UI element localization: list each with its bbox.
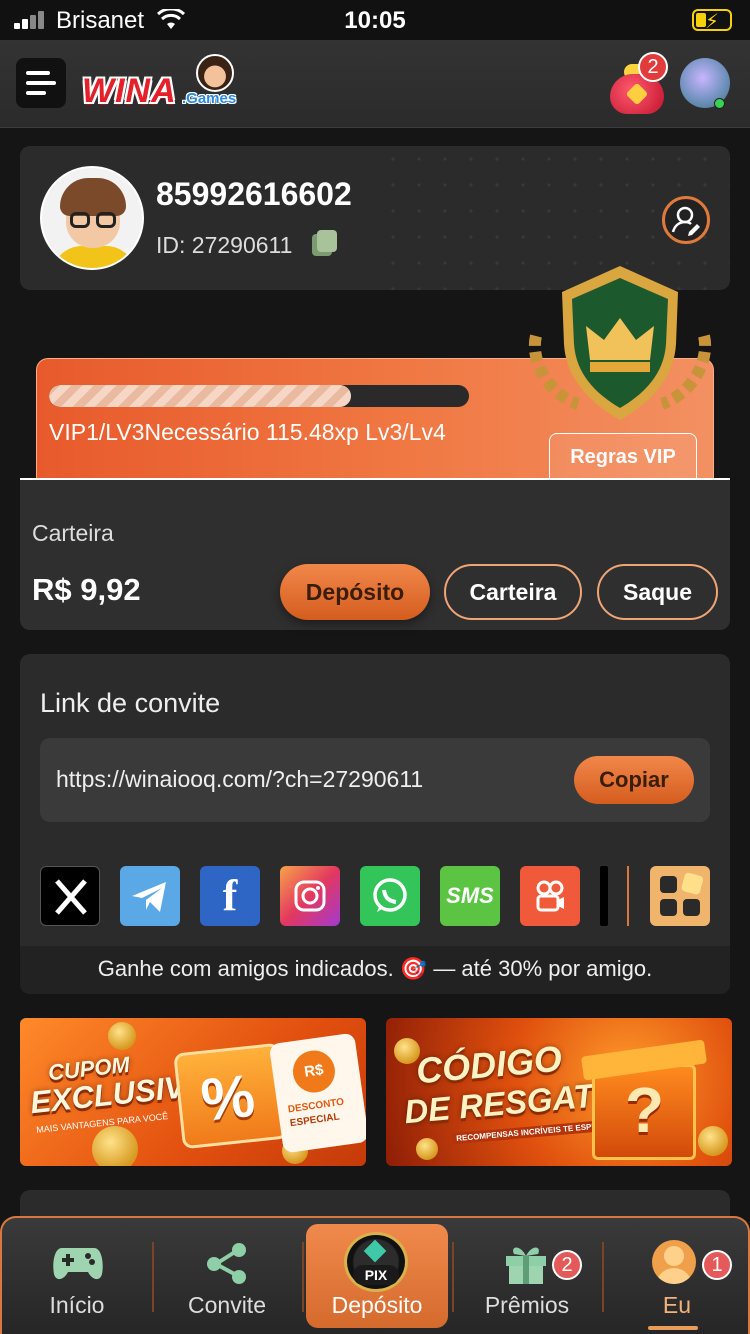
- share-x-icon[interactable]: [40, 866, 100, 926]
- nav-prizes[interactable]: 2 Prêmios: [452, 1218, 602, 1334]
- nav-me-label: Eu: [662, 1292, 692, 1318]
- share-sms-icon[interactable]: SMS: [440, 866, 500, 926]
- nav-home[interactable]: Início: [2, 1218, 152, 1334]
- gamepad-icon: [53, 1248, 103, 1280]
- wina-games-logo[interactable]: WINA .Games: [80, 54, 240, 114]
- nav-me[interactable]: 1 Eu: [602, 1218, 750, 1334]
- nav-me-badge: 1: [702, 1250, 732, 1280]
- vip-shield-icon: [528, 266, 712, 420]
- menu-icon[interactable]: [16, 58, 66, 108]
- gift-icon: [506, 1247, 546, 1284]
- vip-progress-bar: [49, 385, 469, 407]
- share-telegram-icon[interactable]: [120, 866, 180, 926]
- profile-phone: 85992616602: [156, 176, 352, 212]
- share-facebook-icon[interactable]: f: [200, 866, 260, 926]
- nav-home-label: Início: [49, 1292, 105, 1318]
- share-whatsapp-icon[interactable]: [360, 866, 420, 926]
- edit-profile-button[interactable]: [662, 196, 710, 244]
- app-header: WINA .Games 2: [0, 40, 750, 128]
- wallet-label: Carteira: [32, 520, 114, 546]
- deposit-button[interactable]: Depósito: [280, 564, 430, 620]
- invite-link-url[interactable]: https://winaiooq.com/?ch=27290611: [56, 766, 423, 793]
- share-icon: [207, 1243, 246, 1284]
- profile-icon: [652, 1240, 696, 1284]
- nav-deposit[interactable]: PIX Depósito: [302, 1218, 452, 1334]
- share-more-partial-icon[interactable]: [600, 866, 608, 926]
- redeem-code-banner[interactable]: CÓDIGO DE RESGATE RECOMPENSAS INCRÍVEIS …: [386, 1018, 732, 1166]
- battery-icon: ⚡: [692, 9, 732, 33]
- profile-avatar[interactable]: [40, 166, 144, 270]
- pix-coin-icon: PIX: [344, 1232, 408, 1292]
- share-instagram-icon[interactable]: [280, 866, 340, 926]
- exclusive-coupon-banner[interactable]: CUPOM EXCLUSIVO MAIS VANTAGENS PARA VOCÊ…: [20, 1018, 366, 1166]
- status-bar: Brisanet 10:05 ⚡: [0, 0, 750, 40]
- share-kwai-icon[interactable]: [520, 866, 580, 926]
- wallet-button[interactable]: Carteira: [444, 564, 582, 620]
- coupon-ticket: R$ DESCONTO ESPECIAL: [268, 1032, 366, 1154]
- clock: 10:05: [344, 7, 406, 34]
- nav-active-underline: [648, 1326, 698, 1330]
- nav-prizes-label: Prêmios: [484, 1292, 570, 1318]
- invite-tip: Ganhe com amigos indicados. 🎯 — até 30% …: [20, 946, 730, 994]
- nav-prizes-badge: 2: [552, 1250, 582, 1280]
- mascot-icon: [196, 54, 234, 92]
- invite-title: Link de convite: [40, 688, 221, 718]
- reward-bag-badge: 2: [638, 52, 668, 82]
- copy-id-icon[interactable]: [312, 230, 338, 256]
- vip-progress-text: VIP1/LV3Necessário 115.48xp Lv3/Lv4: [49, 419, 446, 445]
- nav-invite[interactable]: Convite: [152, 1218, 302, 1334]
- user-edit-icon: [671, 206, 700, 236]
- profile-id: ID: 27290611: [156, 232, 293, 258]
- bottom-nav: Início Convite PIX Depósito 2 Prêmios 1 …: [0, 1216, 750, 1334]
- invite-link-box: https://winaiooq.com/?ch=27290611 Copiar: [40, 738, 710, 822]
- gift-box-icon: ?: [592, 1064, 696, 1160]
- online-indicator: [714, 98, 725, 109]
- wallet-card: Carteira R$ 9,92 Depósito Carteira Saque: [20, 478, 730, 630]
- share-more-apps-icon[interactable]: [650, 866, 710, 926]
- wallet-balance: R$ 9,92: [32, 572, 141, 607]
- nav-deposit-label: Depósito: [331, 1292, 423, 1318]
- vip-rules-button[interactable]: Regras VIP: [549, 433, 697, 479]
- copy-link-button[interactable]: Copiar: [574, 756, 694, 804]
- share-divider: [627, 866, 629, 926]
- withdraw-button[interactable]: Saque: [597, 564, 718, 620]
- nav-invite-label: Convite: [188, 1292, 266, 1318]
- invite-card: Link de convite https://winaiooq.com/?ch…: [20, 654, 730, 994]
